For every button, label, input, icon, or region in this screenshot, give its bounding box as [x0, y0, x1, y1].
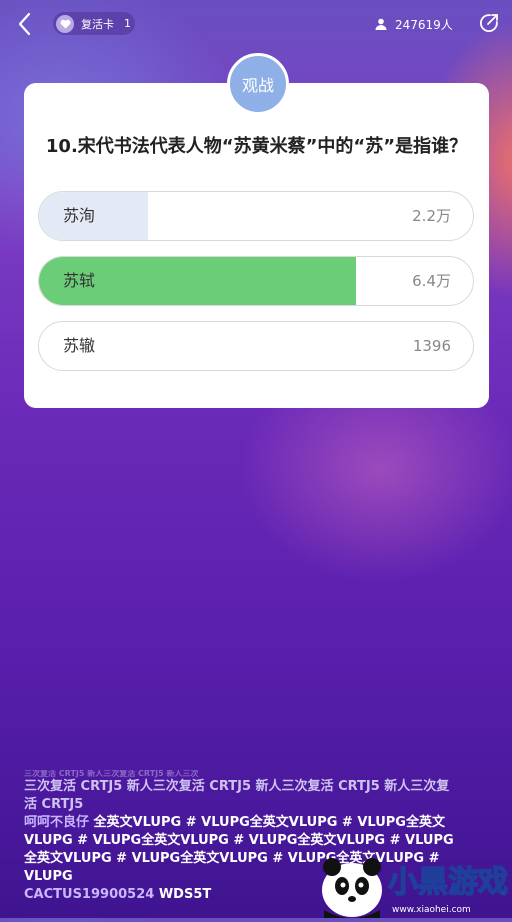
answer-label: 苏辙 [63, 336, 96, 355]
revive-card-label: 复活卡 [81, 17, 114, 31]
user-icon [375, 18, 387, 30]
viewer-count: 247619人 [375, 14, 453, 34]
site-logo: 小黑游戏 www.xiaohei.com [318, 850, 512, 918]
answer-label: 苏洵 [63, 206, 96, 225]
answer-option-2[interactable]: 苏轼 6.4万 [38, 256, 474, 306]
logo-url: www.xiaohei.com [392, 905, 471, 915]
back-button[interactable] [14, 10, 38, 38]
panda-mascot-icon: 小黑游戏 www.xiaohei.com [322, 858, 509, 918]
chat-username: CACTUS19900524 [24, 887, 155, 902]
answer-count: 2.2万 [412, 207, 451, 225]
revive-card-count: 1 [124, 17, 131, 30]
chat-username: 呵呵不良仔 [24, 815, 90, 830]
chevron-left-icon [18, 12, 31, 36]
answer-count: 1396 [412, 337, 451, 355]
chat-text: WDS5T [158, 887, 212, 902]
top-bar: 复活卡 1 247619人 [0, 0, 512, 48]
logo-text: 小黑游戏 [388, 865, 508, 900]
answer-option-3[interactable]: 苏辙 1396 [38, 321, 474, 371]
spectator-badge: 观战 [227, 53, 289, 115]
answer-count: 6.4万 [412, 272, 451, 290]
share-button[interactable] [478, 12, 502, 36]
answer-label: 苏轼 [63, 271, 96, 290]
question-text: 10.宋代书法代表人物“苏黄米蔡”中的“苏”是指谁？ [45, 136, 468, 157]
share-icon [479, 14, 498, 33]
chat-system-message: 三次复活 CRTJ5 新人三次复活 CRTJ5 新人三次复活 CRTJ5 新人三… [24, 779, 450, 812]
chat-line-faded: 三次复活 CRTJ5 新人三次复活 CRTJ5 新人三次 [24, 770, 199, 778]
heart-icon [56, 14, 74, 33]
viewer-count-text: 247619人 [395, 17, 453, 32]
revive-card-pill[interactable]: 复活卡 1 [53, 12, 135, 35]
answer-option-1[interactable]: 苏洵 2.2万 [38, 191, 474, 241]
